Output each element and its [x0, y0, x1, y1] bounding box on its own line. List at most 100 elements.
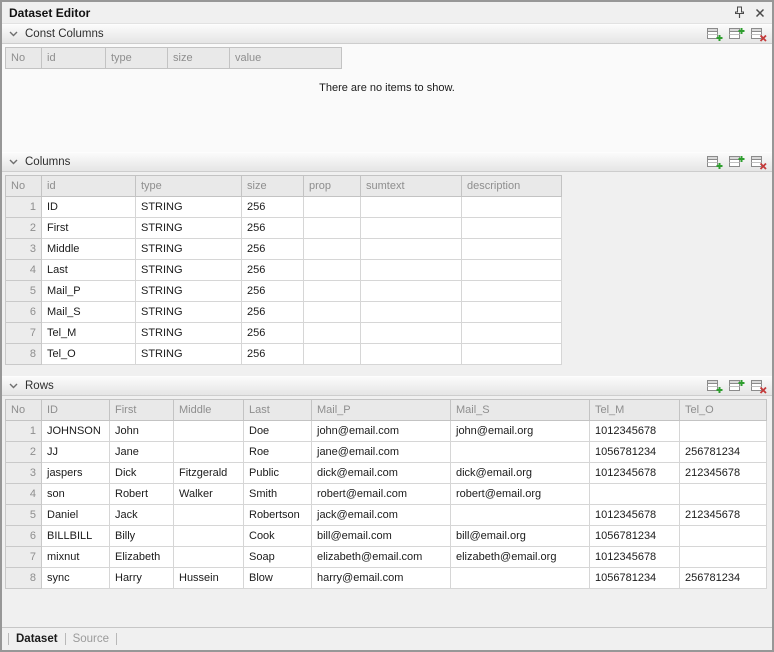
pin-icon[interactable] — [733, 6, 746, 19]
data-cell[interactable] — [174, 526, 244, 547]
data-cell[interactable] — [462, 218, 562, 239]
data-cell[interactable] — [304, 239, 361, 260]
insert-row-icon[interactable] — [728, 155, 745, 170]
column-header[interactable]: Tel_M — [590, 400, 680, 421]
data-cell[interactable]: 256 — [242, 197, 304, 218]
data-cell[interactable]: 1012345678 — [590, 505, 680, 526]
data-cell[interactable]: JJ — [42, 442, 110, 463]
data-cell[interactable]: 212345678 — [680, 463, 767, 484]
data-cell[interactable] — [680, 547, 767, 568]
data-cell[interactable]: 256 — [242, 218, 304, 239]
data-cell[interactable]: STRING — [136, 344, 242, 365]
data-cell[interactable]: STRING — [136, 218, 242, 239]
column-header[interactable]: Last — [244, 400, 312, 421]
data-cell[interactable]: John — [110, 421, 174, 442]
data-cell[interactable]: STRING — [136, 260, 242, 281]
data-cell[interactable]: 1012345678 — [590, 463, 680, 484]
data-cell[interactable] — [361, 344, 462, 365]
row-number-cell[interactable]: 6 — [6, 302, 42, 323]
data-cell[interactable]: mixnut — [42, 547, 110, 568]
data-cell[interactable]: Tel_M — [42, 323, 136, 344]
data-cell[interactable] — [451, 568, 590, 589]
row-number-cell[interactable]: 2 — [6, 218, 42, 239]
data-cell[interactable] — [304, 344, 361, 365]
row-number-cell[interactable]: 7 — [6, 323, 42, 344]
data-cell[interactable]: Smith — [244, 484, 312, 505]
data-cell[interactable]: Hussein — [174, 568, 244, 589]
data-cell[interactable] — [451, 442, 590, 463]
data-cell[interactable] — [361, 260, 462, 281]
data-cell[interactable]: harry@email.com — [312, 568, 451, 589]
data-cell[interactable]: dick@email.org — [451, 463, 590, 484]
data-cell[interactable] — [462, 239, 562, 260]
data-cell[interactable]: 212345678 — [680, 505, 767, 526]
data-cell[interactable]: STRING — [136, 302, 242, 323]
data-cell[interactable]: 256 — [242, 260, 304, 281]
data-cell[interactable]: Mail_P — [42, 281, 136, 302]
data-cell[interactable] — [304, 260, 361, 281]
data-cell[interactable]: Robertson — [244, 505, 312, 526]
data-cell[interactable]: 256 — [242, 344, 304, 365]
data-cell[interactable]: 1056781234 — [590, 568, 680, 589]
data-cell[interactable]: Robert — [110, 484, 174, 505]
data-cell[interactable]: Harry — [110, 568, 174, 589]
data-cell[interactable]: Fitzgerald — [174, 463, 244, 484]
data-cell[interactable]: bill@email.com — [312, 526, 451, 547]
column-header[interactable]: No — [6, 176, 42, 197]
data-cell[interactable] — [462, 260, 562, 281]
data-cell[interactable]: Billy — [110, 526, 174, 547]
data-cell[interactable]: JOHNSON — [42, 421, 110, 442]
row-number-cell[interactable]: 5 — [6, 281, 42, 302]
data-cell[interactable] — [304, 323, 361, 344]
data-cell[interactable]: BILLBILL — [42, 526, 110, 547]
row-number-cell[interactable]: 1 — [6, 197, 42, 218]
data-cell[interactable]: jaspers — [42, 463, 110, 484]
column-header[interactable]: ID — [42, 400, 110, 421]
data-cell[interactable]: Public — [244, 463, 312, 484]
data-cell[interactable] — [590, 484, 680, 505]
column-header[interactable]: Mail_S — [451, 400, 590, 421]
insert-row-icon[interactable] — [728, 27, 745, 42]
row-number-cell[interactable]: 4 — [6, 260, 42, 281]
data-cell[interactable]: 256 — [242, 323, 304, 344]
data-cell[interactable]: 1056781234 — [590, 526, 680, 547]
data-cell[interactable] — [174, 505, 244, 526]
collapse-columns-button[interactable] — [6, 155, 20, 169]
data-cell[interactable]: robert@email.com — [312, 484, 451, 505]
data-cell[interactable]: First — [42, 218, 136, 239]
data-cell[interactable]: bill@email.org — [451, 526, 590, 547]
tab-dataset[interactable]: Dataset — [16, 633, 58, 645]
column-header[interactable]: First — [110, 400, 174, 421]
data-cell[interactable]: STRING — [136, 197, 242, 218]
delete-row-icon[interactable] — [750, 155, 767, 170]
data-cell[interactable]: son — [42, 484, 110, 505]
data-cell[interactable] — [304, 218, 361, 239]
data-cell[interactable]: jack@email.com — [312, 505, 451, 526]
data-cell[interactable]: Daniel — [42, 505, 110, 526]
tab-source[interactable]: Source — [73, 633, 109, 645]
data-cell[interactable] — [361, 281, 462, 302]
column-header[interactable]: Middle — [174, 400, 244, 421]
column-header[interactable]: prop — [304, 176, 361, 197]
add-row-icon[interactable] — [706, 27, 723, 42]
data-cell[interactable] — [462, 302, 562, 323]
data-cell[interactable]: Elizabeth — [110, 547, 174, 568]
row-number-cell[interactable]: 3 — [6, 239, 42, 260]
data-cell[interactable]: Dick — [110, 463, 174, 484]
row-number-cell[interactable]: 6 — [6, 526, 42, 547]
data-cell[interactable] — [680, 526, 767, 547]
insert-row-icon[interactable] — [728, 379, 745, 394]
row-number-cell[interactable]: 4 — [6, 484, 42, 505]
data-cell[interactable] — [680, 421, 767, 442]
close-icon[interactable] — [755, 8, 765, 18]
data-cell[interactable] — [361, 239, 462, 260]
data-cell[interactable]: 256 — [242, 302, 304, 323]
data-cell[interactable]: 1012345678 — [590, 547, 680, 568]
collapse-rows-button[interactable] — [6, 379, 20, 393]
data-cell[interactable] — [174, 442, 244, 463]
data-cell[interactable] — [174, 421, 244, 442]
row-number-cell[interactable]: 3 — [6, 463, 42, 484]
data-cell[interactable]: john@email.com — [312, 421, 451, 442]
data-cell[interactable]: Jack — [110, 505, 174, 526]
row-number-cell[interactable]: 8 — [6, 568, 42, 589]
